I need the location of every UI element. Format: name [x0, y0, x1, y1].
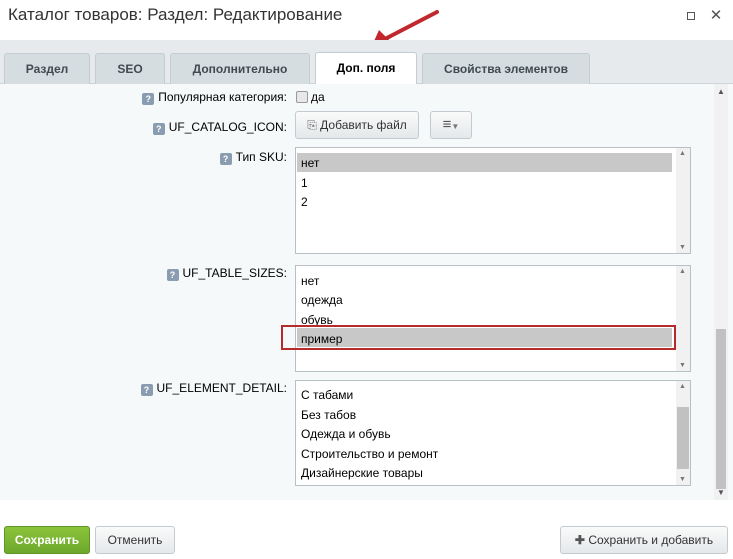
scroll-up-icon[interactable]: ▲ — [717, 87, 725, 96]
maximize-button[interactable] — [683, 8, 699, 24]
plus-icon: ✚ — [574, 533, 585, 547]
list-item[interactable]: нет — [301, 156, 319, 170]
save-and-add-button[interactable]: ✚ Сохранить и добавить — [560, 526, 728, 554]
chevron-down-icon: ▼ — [451, 122, 460, 131]
list-item[interactable]: нет — [301, 274, 319, 288]
content-scrollbar[interactable]: ▲ ▼ — [714, 84, 728, 500]
table-sizes-label: UF_TABLE_SIZES: — [182, 266, 287, 280]
list-item[interactable]: Строительство и ремонт — [301, 447, 438, 461]
sku-listbox[interactable]: нет 1 2 ▲ ▼ — [295, 147, 691, 254]
scroll-down-icon[interactable]: ▼ — [717, 488, 725, 497]
scroll-up-icon[interactable]: ▲ — [679, 268, 686, 275]
listbox-scrollbar[interactable]: ▲ ▼ — [676, 381, 690, 485]
save-button[interactable]: Сохранить — [4, 526, 90, 554]
cancel-button[interactable]: Отменить — [95, 526, 175, 554]
popular-checkbox[interactable] — [296, 91, 308, 103]
tab-seo[interactable]: SEO — [95, 53, 165, 84]
window-title: Каталог товаров: Раздел: Редактирование — [8, 5, 343, 24]
list-item[interactable]: 1 — [301, 176, 308, 190]
scroll-up-icon[interactable]: ▲ — [679, 383, 686, 390]
popular-checkbox-label: да — [311, 90, 325, 104]
table-sizes-listbox[interactable]: нет одежда обувь пример ▲ ▼ — [295, 265, 691, 372]
scroll-down-icon[interactable]: ▼ — [679, 362, 686, 369]
paperclip-icon: ⎘ — [307, 118, 317, 132]
help-icon[interactable]: ? — [166, 269, 179, 281]
scroll-up-icon[interactable]: ▲ — [679, 150, 686, 157]
catalog-icon-label: UF_CATALOG_ICON: — [168, 120, 287, 134]
listbox-scrollbar[interactable]: ▲ ▼ — [676, 148, 690, 253]
list-item[interactable]: одежда — [301, 293, 343, 307]
scroll-thumb[interactable] — [677, 407, 689, 469]
listbox-scrollbar[interactable]: ▲ ▼ — [676, 266, 690, 371]
file-menu-button[interactable]: ≡▼ — [430, 111, 472, 139]
selected-option-bg — [297, 153, 672, 172]
add-file-label: Добавить файл — [320, 118, 407, 132]
tab-section[interactable]: Раздел — [4, 53, 90, 84]
tab-element-properties[interactable]: Свойства элементов — [422, 53, 590, 84]
help-icon[interactable]: ? — [219, 153, 232, 165]
maximize-icon — [687, 12, 695, 20]
list-item[interactable]: 2 — [301, 195, 308, 209]
catalog-icon-label-row: ? UF_CATALOG_ICON: — [152, 120, 287, 135]
tab-additional[interactable]: Дополнительно — [170, 53, 310, 84]
annotation-highlight-box — [281, 325, 676, 350]
scroll-down-icon[interactable]: ▼ — [679, 244, 686, 251]
close-icon: ✕ — [709, 7, 723, 24]
element-detail-label: UF_ELEMENT_DETAIL: — [156, 381, 287, 395]
close-button[interactable]: ✕ — [708, 8, 724, 24]
popular-label-row: ? Популярная категория: — [142, 90, 287, 105]
list-item[interactable]: С табами — [301, 388, 353, 402]
help-icon[interactable]: ? — [140, 384, 153, 396]
help-icon[interactable]: ? — [142, 93, 155, 105]
list-item[interactable]: Без табов — [301, 408, 356, 422]
sku-label-row: ? Тип SKU: — [219, 150, 287, 165]
list-item[interactable]: Одежда и обувь — [301, 427, 391, 441]
element-detail-listbox[interactable]: С табами Без табов Одежда и обувь Строит… — [295, 380, 691, 486]
tab-extra-fields[interactable]: Доп. поля — [315, 52, 417, 85]
scroll-down-icon[interactable]: ▼ — [679, 476, 686, 483]
tab-strip: Раздел SEO Дополнительно Доп. поля Свойс… — [0, 40, 733, 85]
element-detail-label-row: ? UF_ELEMENT_DETAIL: — [140, 381, 287, 396]
help-icon[interactable]: ? — [152, 123, 165, 135]
add-file-button[interactable]: ⎘ Добавить файл — [295, 111, 419, 139]
save-and-add-label: Сохранить и добавить — [588, 533, 714, 547]
sku-label: Тип SKU: — [235, 150, 287, 164]
popular-label: Популярная категория: — [158, 90, 287, 104]
table-sizes-label-row: ? UF_TABLE_SIZES: — [166, 266, 287, 281]
scroll-thumb[interactable] — [716, 329, 726, 489]
list-item[interactable]: Дизайнерские товары — [301, 466, 423, 480]
